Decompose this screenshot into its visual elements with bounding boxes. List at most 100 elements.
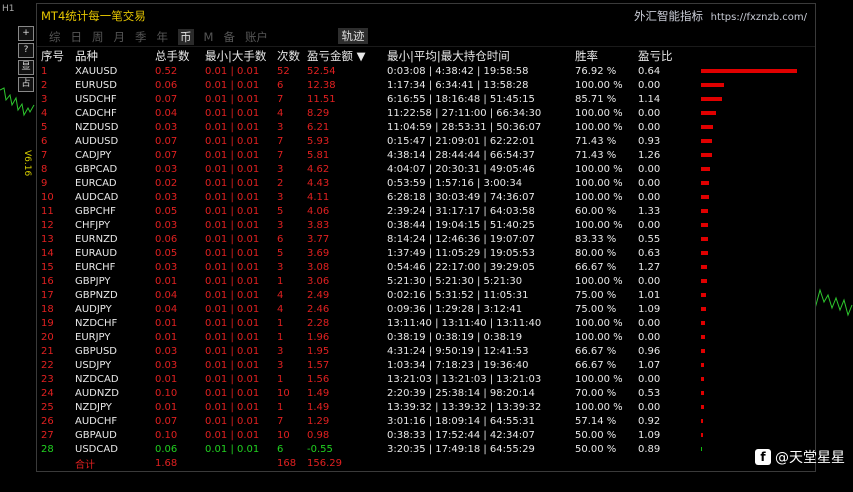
cell-mm: 0.01 | 0.01: [205, 261, 260, 273]
table-row[interactable]: 1 XAUUSD 0.52 0.01 | 0.01 52 52.54 0:03:08 | 4…: [37, 64, 815, 78]
cell-idx: 22: [41, 359, 54, 371]
cell-mm: 0.01 | 0.01: [205, 149, 260, 161]
tab-6[interactable]: 币: [178, 29, 194, 45]
track-button[interactable]: 轨迹: [338, 28, 368, 44]
cell-pl: 1.49: [307, 387, 330, 399]
total-row: 合计 1.68 168 156.29: [37, 456, 815, 471]
header-cell[interactable]: 盈亏金额 ▼: [307, 48, 387, 64]
cell-ratio: 1.07: [638, 359, 661, 371]
table-row[interactable]: 4 CADCHF 0.04 0.01 | 0.01 4 8.29 11:22:58 | 27…: [37, 106, 815, 120]
table-row[interactable]: 18 AUDJPY 0.04 0.01 | 0.01 4 2.46 0:09:36 | 1:…: [37, 302, 815, 316]
cell-rate: 66.67 %: [575, 345, 617, 357]
cell-bar: [701, 92, 815, 106]
tab-8[interactable]: 备: [223, 29, 235, 45]
cell-ratio: 0.92: [638, 415, 661, 427]
cell-rate: 83.33 %: [575, 233, 617, 245]
cell-time: 4:04:07 | 20:30:31 | 49:05:46: [387, 163, 535, 175]
show-icon[interactable]: 显: [18, 60, 34, 75]
brand-url[interactable]: https://fxznzb.com/: [711, 12, 807, 23]
cell-pl: 6.21: [307, 121, 330, 133]
cell-pl: 4.43: [307, 177, 330, 189]
cell-rate: 100.00 %: [575, 177, 623, 189]
cell-bar: [701, 428, 815, 442]
table-row[interactable]: 12 CHFJPY 0.03 0.01 | 0.01 3 3.83 0:38:44 | 19…: [37, 218, 815, 232]
profit-bar: [701, 321, 706, 325]
tab-9[interactable]: 账户: [245, 29, 268, 45]
header-cell: [701, 48, 815, 64]
cell-cnt: 1: [277, 275, 284, 287]
table-row[interactable]: 5 NZDUSD 0.03 0.01 | 0.01 3 6.21 11:04:59 | 28…: [37, 120, 815, 134]
cell-cnt: 3: [277, 345, 284, 357]
table-row[interactable]: 13 EURNZD 0.06 0.01 | 0.01 6 3.77 8:14:24 | 12…: [37, 232, 815, 246]
cell-idx: 17: [41, 289, 54, 301]
header-cell: 盈亏比: [638, 49, 673, 63]
table-row[interactable]: 11 GBPCHF 0.05 0.01 | 0.01 5 4.06 2:39:24 | 31…: [37, 204, 815, 218]
table-row[interactable]: 20 EURJPY 0.01 0.01 | 0.01 1 1.96 0:38:19 | 0:…: [37, 330, 815, 344]
cell-pl: 2.49: [307, 289, 330, 301]
table-row[interactable]: 26 AUDCHF 0.07 0.01 | 0.01 7 1.29 3:01:16 | 18…: [37, 414, 815, 428]
help-icon[interactable]: ?: [18, 43, 34, 58]
table-row[interactable]: 17 GBPNZD 0.04 0.01 | 0.01 4 2.49 0:02:16 | 5:…: [37, 288, 815, 302]
cell-mm: 0.01 | 0.01: [205, 65, 260, 77]
stats-panel: MT4统计每一笔交易 外汇智能指标 https://fxznzb.com/ 综日…: [36, 3, 816, 472]
header-cell: 品种: [75, 49, 98, 63]
brand: 外汇智能指标 https://fxznzb.com/: [634, 8, 807, 24]
header-cell: 序号: [41, 49, 64, 63]
cell-lots: 0.07: [155, 149, 178, 161]
table-row[interactable]: 9 EURCAD 0.02 0.01 | 0.01 2 4.43 0:53:59 | 1:5…: [37, 176, 815, 190]
table-row[interactable]: 6 AUDUSD 0.07 0.01 | 0.01 7 5.93 0:15:47 | 21:…: [37, 134, 815, 148]
table-row[interactable]: 14 EURAUD 0.05 0.01 | 0.01 5 3.69 1:37:49 | 11…: [37, 246, 815, 260]
tab-0[interactable]: 综: [49, 29, 61, 45]
cell-mm: 0.01 | 0.01: [205, 247, 260, 259]
table-row[interactable]: 22 USDJPY 0.03 0.01 | 0.01 3 1.57 1:03:34 | 7:…: [37, 358, 815, 372]
profit-bar: [701, 405, 704, 409]
table-row[interactable]: 21 GBPUSD 0.03 0.01 | 0.01 3 1.95 4:31:24 | 9:…: [37, 344, 815, 358]
cell-lots: 0.04: [155, 303, 178, 315]
cell-bar: [701, 106, 815, 120]
cell-mm: 0.01 | 0.01: [205, 303, 260, 315]
cell-rate: 71.43 %: [575, 149, 617, 161]
table-row[interactable]: 27 GBPAUD 0.10 0.01 | 0.01 10 0.98 0:38:33 | 1…: [37, 428, 815, 442]
occupy-icon[interactable]: 占: [18, 77, 34, 92]
cell-cnt: 3: [277, 261, 284, 273]
facebook-icon: f: [755, 449, 771, 465]
cell-mm: 0.01 | 0.01: [205, 443, 260, 455]
tab-5[interactable]: 年: [157, 29, 169, 45]
cell-rate: 100.00 %: [575, 219, 623, 231]
table-row[interactable]: 28 USDCAD 0.06 0.01 | 0.01 6 -0.55 3:20:35 | 1…: [37, 442, 815, 456]
table-row[interactable]: 23 NZDCAD 0.01 0.01 | 0.01 1 1.56 13:21:03 | 1…: [37, 372, 815, 386]
tab-1[interactable]: 日: [71, 29, 83, 45]
cell-bar: [701, 232, 815, 246]
cell-ratio: 0.63: [638, 247, 661, 259]
table-row[interactable]: 3 USDCHF 0.07 0.01 | 0.01 7 11.51 6:16:55 | 18…: [37, 92, 815, 106]
table-row[interactable]: 10 AUDCAD 0.03 0.01 | 0.01 3 4.11 6:28:18 | 30…: [37, 190, 815, 204]
profit-bar: [701, 139, 712, 143]
cell-idx: 6: [41, 135, 48, 147]
tab-7[interactable]: M: [204, 29, 214, 45]
cell-pl: 52.54: [307, 65, 336, 77]
cell-bar: [701, 302, 815, 316]
cell-pl: 5.93: [307, 135, 330, 147]
cell-cnt: 7: [277, 415, 284, 427]
table-row[interactable]: 16 GBPJPY 0.01 0.01 | 0.01 1 3.06 5:21:30 | 5:…: [37, 274, 815, 288]
cell-ratio: 1.27: [638, 261, 661, 273]
cell-lots: 0.10: [155, 387, 178, 399]
table-row[interactable]: 2 EURUSD 0.06 0.01 | 0.01 6 12.38 1:17:34 | 6:…: [37, 78, 815, 92]
table-row[interactable]: 7 CADJPY 0.07 0.01 | 0.01 7 5.81 4:38:14 | 28:…: [37, 148, 815, 162]
tab-3[interactable]: 月: [114, 29, 126, 45]
cell-pl: 2.28: [307, 317, 330, 329]
cell-rate: 66.67 %: [575, 261, 617, 273]
cell-time: 1:37:49 | 11:05:29 | 19:05:53: [387, 247, 535, 259]
tab-4[interactable]: 季: [135, 29, 147, 45]
table-row[interactable]: 15 EURCHF 0.03 0.01 | 0.01 3 3.08 0:54:46 | 22…: [37, 260, 815, 274]
table-row[interactable]: 25 NZDJPY 0.01 0.01 | 0.01 1 1.49 13:39:32 | 1…: [37, 400, 815, 414]
cell-pl: 12.38: [307, 79, 336, 91]
cell-time: 0:02:16 | 5:31:52 | 11:05:31: [387, 289, 529, 301]
cell-bar: [701, 190, 815, 204]
table-row[interactable]: 19 NZDCHF 0.01 0.01 | 0.01 1 2.28 13:11:40 | 1…: [37, 316, 815, 330]
table-row[interactable]: 8 GBPCAD 0.03 0.01 | 0.01 3 4.62 4:04:07 | 20:…: [37, 162, 815, 176]
tab-2[interactable]: 周: [92, 29, 104, 45]
table-row[interactable]: 24 AUDNZD 0.10 0.01 | 0.01 10 1.49 2:20:39 | 2…: [37, 386, 815, 400]
profit-bar: [701, 167, 710, 171]
crosshair-icon[interactable]: +: [18, 26, 34, 41]
